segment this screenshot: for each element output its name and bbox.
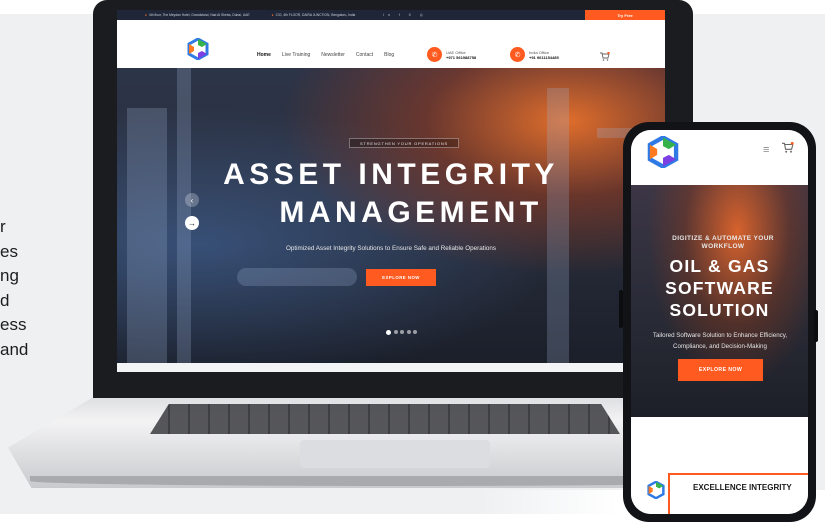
phone-screen: ≡ DIGITIZE & AUTOMATE YOUR WORKFLOW OIL … — [631, 130, 808, 514]
slider-dot[interactable] — [406, 330, 411, 334]
free-trial-button[interactable]: Try Free — [585, 10, 665, 20]
address-india-text: C/O, 4th FLOOR, DAIRA JUNCTION, Bengalur… — [275, 13, 356, 17]
phone-hero-title-line3: SOLUTION — [669, 300, 770, 320]
phone-explore-now-button[interactable]: EXPLORE NOW — [678, 359, 763, 381]
slider-dot[interactable] — [413, 330, 417, 334]
side-text-line: d — [0, 290, 10, 310]
hero-subtitle: Optimized Asset Integrity Solutions to E… — [285, 245, 496, 252]
uae-office-text: UAE Office +971 561988758 — [446, 50, 476, 60]
phone-header: ≡ — [631, 130, 808, 185]
top-info-bar: ● 4th floor, The Meydan Hotel, Grandstand… — [117, 10, 665, 20]
main-navbar: Home Live Training Newsletter Contact Bl… — [117, 20, 665, 68]
explore-now-button[interactable]: EXPLORE NOW — [366, 269, 436, 286]
india-office-text: India Office +91 9611154485 — [529, 50, 559, 60]
logo-hexagon-icon[interactable] — [187, 37, 209, 61]
hero-title-line2: MANAGEMENT — [279, 196, 543, 229]
slider-dot[interactable] — [386, 329, 391, 335]
phone-hero-tag-line2: WORKFLOW — [701, 243, 745, 250]
arrow-right-icon[interactable]: → — [185, 216, 199, 230]
india-office-phone: +91 9611154485 — [529, 54, 559, 60]
phone-hero-subtitle-line2: Compliance, and Decision-Making — [673, 343, 767, 350]
side-text-line: and — [0, 339, 29, 359]
phone-icon: ✆ — [510, 47, 525, 62]
uae-office-phone: +971 561988758 — [446, 54, 477, 60]
phone-hero-subtitle-line1: Tailored Software Solution to Enhance Ef… — [652, 332, 788, 339]
phone-side-button — [814, 310, 818, 342]
uae-office-contact[interactable]: ✆ UAE Office +971 561988758 — [427, 47, 476, 62]
location-pin-icon: ● — [145, 13, 147, 17]
phone-hero-tag-line1: DIGITIZE & AUTOMATE YOUR — [672, 235, 774, 242]
side-text-line: es — [0, 241, 18, 261]
nav-home[interactable]: Home — [257, 52, 271, 58]
laptop-trackpad — [300, 440, 490, 468]
phone-hero-subtitle: Tailored Software Solution to Enhance Ef… — [637, 330, 803, 352]
screen-footer-strip — [117, 363, 665, 372]
hero-bg-structure — [127, 108, 167, 363]
side-text-line: ng — [0, 266, 19, 285]
side-text-line: ess — [0, 315, 27, 334]
hero-tag: STRENGTHEN YOUR OPERATIONS — [349, 138, 459, 148]
laptop-keyboard — [150, 404, 620, 434]
phone-side-button — [619, 290, 623, 328]
social-icons[interactable]: in f X ◎ — [383, 13, 426, 17]
phone-hero-title-line2: SOFTWARE — [665, 278, 774, 298]
phone-hero-banner: DIGITIZE & AUTOMATE YOUR WORKFLOW OIL & … — [631, 185, 808, 417]
arrow-left-icon[interactable]: ‹ — [185, 193, 199, 207]
logo-hexagon-icon[interactable] — [647, 134, 679, 170]
laptop-screen: ● 4th floor, The Meydan Hotel, Grandstand… — [117, 10, 665, 372]
address-uae-text: 4th floor, The Meydan Hotel, Grandstand,… — [149, 13, 250, 17]
slider-dot[interactable] — [400, 330, 404, 334]
nav-blog[interactable]: Blog — [384, 52, 394, 58]
nav-links: Home Live Training Newsletter Contact Bl… — [257, 52, 394, 58]
side-text-line: r — [0, 217, 6, 236]
side-text-fragment: r es ng d ess and — [0, 215, 60, 362]
phone-card-title: EXCELLENCE INTEGRITY — [693, 483, 792, 492]
phone-icon: ✆ — [427, 47, 442, 62]
hero-title-line1: ASSET INTEGRITY — [223, 158, 559, 191]
nav-newsletter[interactable]: Newsletter — [321, 52, 345, 58]
phone-hero-title-line1: OIL & GAS — [669, 256, 770, 276]
cart-icon[interactable] — [600, 51, 610, 61]
slider-dots — [386, 329, 417, 335]
address-uae: ● 4th floor, The Meydan Hotel, Grandstand… — [145, 13, 250, 17]
india-office-contact[interactable]: ✆ India Office +91 9611154485 — [510, 47, 559, 62]
slider-dot[interactable] — [393, 330, 398, 334]
hero-banner: STRENGTHEN YOUR OPERATIONS ASSET INTEGRI… — [117, 68, 665, 363]
hero-bg-structure — [237, 268, 357, 286]
menu-icon[interactable]: ≡ — [763, 144, 769, 156]
phone-hero-tag: DIGITIZE & AUTOMATE YOUR WORKFLOW — [653, 235, 793, 251]
logo-hexagon-icon — [647, 480, 665, 500]
cart-icon[interactable] — [782, 141, 794, 156]
location-pin-icon: ● — [271, 13, 274, 17]
address-india: ● C/O, 4th FLOOR, DAIRA JUNCTION, Bengalu… — [272, 13, 356, 17]
phone-content-section: EXCELLENCE INTEGRITY — [631, 417, 808, 514]
phone-card-border — [668, 473, 808, 514]
nav-contact[interactable]: Contact — [356, 52, 373, 58]
nav-live-training[interactable]: Live Training — [282, 52, 310, 58]
